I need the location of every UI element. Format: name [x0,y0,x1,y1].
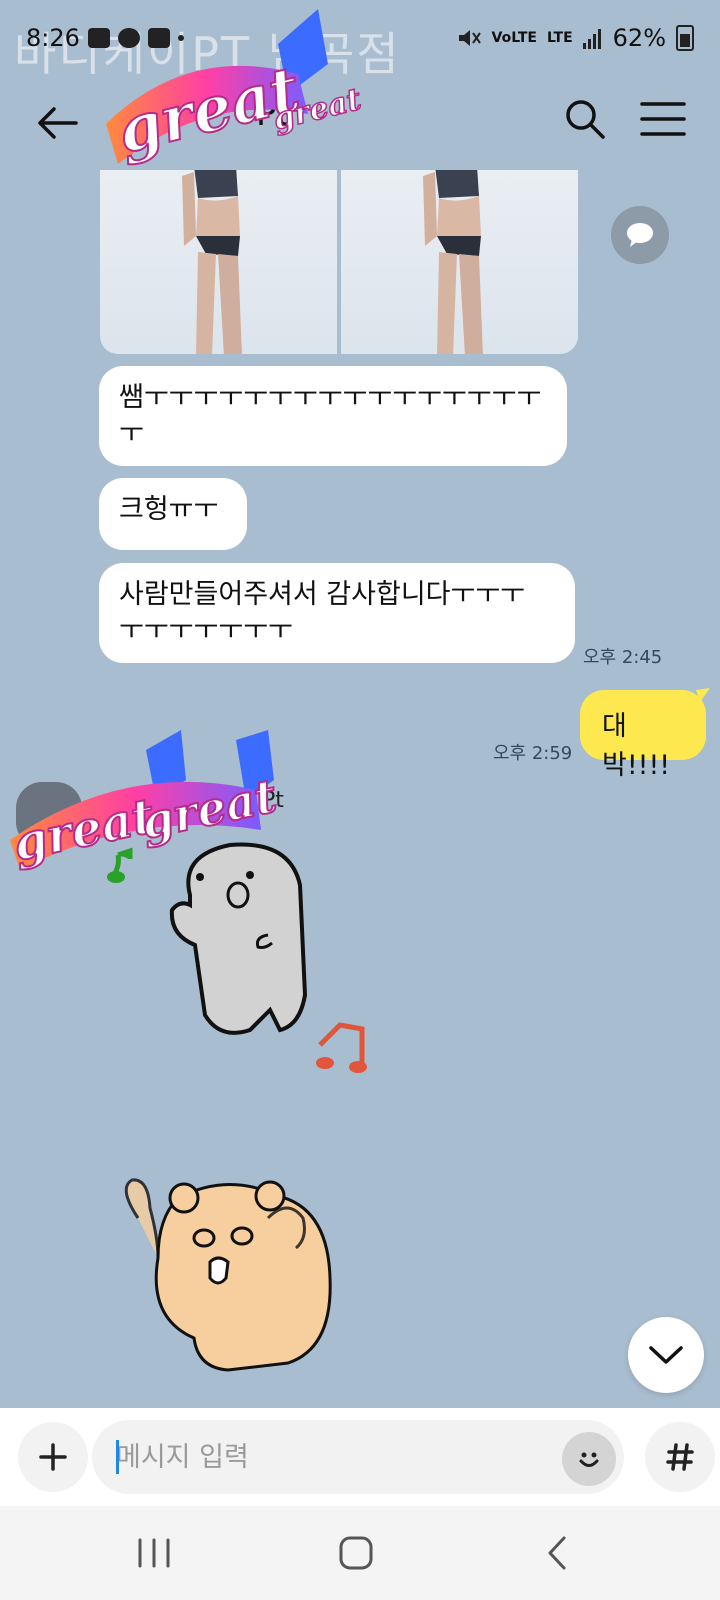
bear-sticker[interactable] [118,1178,348,1378]
speech-bubble-icon [627,223,653,247]
chevron-down-icon [649,1346,683,1364]
share-button[interactable] [611,206,669,264]
lte-icon: LTE [546,30,573,46]
recent-apps-button[interactable] [124,1528,184,1578]
dancing-character-sticker[interactable] [100,825,390,1105]
home-button[interactable] [326,1528,386,1578]
system-navigation-bar [0,1506,720,1600]
message-input-bar [0,1408,720,1506]
mute-icon [458,30,481,46]
photo-figure [182,170,242,354]
message-text: 크헝ㅠㅜ [119,494,219,525]
message-time: 오후 2:45 [583,647,663,668]
scroll-to-bottom-button[interactable] [628,1317,704,1393]
battery-icon [676,25,694,51]
plus-icon [39,1443,67,1471]
photo-thumbnail[interactable] [341,170,578,354]
status-time: 8:26 [26,24,80,52]
message-text: 사람만들어주셔서 감사합니다ㅜㅜㅜ [119,579,526,610]
search-button[interactable] [560,94,610,144]
message-bubble[interactable]: 쌤ㅜㅜㅜㅜㅜㅜㅜㅜㅜㅜㅜㅜㅜㅜㅜㅜ ㅜ [99,366,567,466]
photo-album-message[interactable] [100,170,578,354]
back-button[interactable] [32,98,82,148]
hashtag-search-button[interactable] [645,1422,715,1492]
my-message-bubble[interactable]: 대박!!!! [580,690,706,781]
message-input[interactable] [92,1420,624,1494]
message-text: 대박!!!! [602,711,671,781]
text-cursor [116,1440,119,1474]
message-text: ㅜㅜㅜㅜㅜㅜㅜ [119,615,293,646]
bubble-tail [696,688,710,702]
emoticon-button[interactable] [562,1432,616,1486]
photo-figure [423,170,483,354]
volte-icon: VoLTE [491,30,537,46]
great-sticker-decoration: great great [106,9,366,169]
message-time: 오후 2:59 [493,743,573,764]
message-text: ㅜ [119,418,144,449]
message-text: 쌤ㅜㅜㅜㅜㅜㅜㅜㅜㅜㅜㅜㅜㅜㅜㅜㅜ [119,382,542,413]
signal-icon [582,29,601,49]
photo-thumbnail[interactable] [100,170,337,354]
smiley-icon [579,1452,599,1467]
system-back-button[interactable] [528,1528,588,1578]
message-bubble[interactable]: 크헝ㅠㅜ [99,478,247,550]
menu-button[interactable] [638,94,688,144]
battery-percent: 62% [612,24,666,52]
hash-icon [666,1443,694,1471]
attach-button[interactable] [18,1422,88,1492]
message-bubble[interactable]: 사람만들어주셔서 감사합니다ㅜㅜㅜ ㅜㅜㅜㅜㅜㅜㅜ [99,563,575,663]
system-status: VoLTE LTE 62% [456,24,694,52]
